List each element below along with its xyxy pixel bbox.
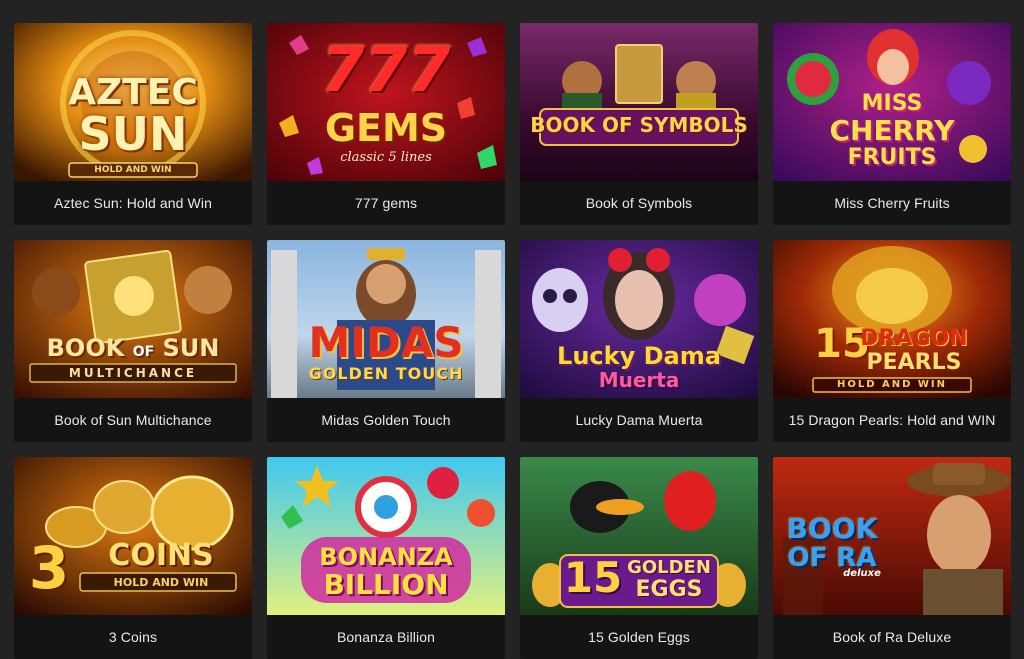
game-thumbnail-aztec-sun[interactable]: AZTEC SUN HOLD AND WIN (14, 23, 252, 181)
logo-line-1: DRAGON (860, 326, 968, 351)
logo-word-of: OF (132, 344, 155, 360)
game-title[interactable]: Lucky Dama Muerta (520, 398, 758, 442)
logo-line-1: GOLDEN (627, 557, 711, 578)
game-title[interactable]: Book of Sun Multichance (14, 398, 252, 442)
game-thumbnail-book-of-sun[interactable]: BOOK OF SUN MULTICHANCE (14, 240, 252, 398)
game-title[interactable]: Aztec Sun: Hold and Win (14, 181, 252, 225)
logo-line-2: PEARLS (866, 350, 962, 375)
game-card-lucky-dama-muerta[interactable]: Lucky Dama Muerta Lucky Dama Muerta (520, 240, 758, 442)
logo-word-sun: SUN (162, 334, 220, 362)
logo-line-2: EGGS (635, 577, 703, 602)
logo-line-1: BOOK (786, 512, 878, 545)
game-thumbnail-book-of-symbols[interactable]: BOOK OF SYMBOLS (520, 23, 758, 181)
game-thumbnail-miss-cherry-fruits[interactable]: MISS CHERRY FRUITS (773, 23, 1011, 181)
logo-line-1: Lucky Dama (557, 342, 721, 370)
game-card-aztec-sun[interactable]: AZTEC SUN HOLD AND WIN Aztec Sun: Hold a… (14, 23, 252, 225)
logo-line-1: BOOK OF SUN (14, 336, 252, 360)
game-title[interactable]: Bonanza Billion (267, 615, 505, 659)
logo-line-1: BOOK OF SYMBOLS (530, 113, 748, 137)
logo-tag: deluxe (843, 568, 881, 579)
logo-line-1: COINS (108, 538, 214, 573)
game-card-book-of-symbols[interactable]: BOOK OF SYMBOLS Book of Symbols (520, 23, 758, 225)
game-title[interactable]: 15 Golden Eggs (520, 615, 758, 659)
logo-line-1: MISS (861, 91, 923, 116)
game-card-book-of-sun-multichance[interactable]: BOOK OF SUN MULTICHANCE Book of Sun Mult… (14, 240, 252, 442)
logo-tag: HOLD AND WIN (94, 165, 172, 175)
logo-tag: classic 5 lines (340, 150, 432, 165)
game-title[interactable]: Book of Symbols (520, 181, 758, 225)
game-thumbnail-bonanza-billion[interactable]: BONANZA BILLION (267, 457, 505, 615)
game-title[interactable]: 15 Dragon Pearls: Hold and WIN (773, 398, 1011, 442)
game-card-book-of-ra-deluxe[interactable]: BOOK OF RA deluxe Book of Ra Deluxe (773, 457, 1011, 659)
game-thumbnail-midas[interactable]: MIDAS GOLDEN TOUCH (267, 240, 505, 398)
game-title[interactable]: Miss Cherry Fruits (773, 181, 1011, 225)
logo-line-2: CHERRY (829, 114, 955, 147)
game-thumbnail-15-dragon-pearls[interactable]: 15 DRAGON PEARLS HOLD AND WIN (773, 240, 1011, 398)
logo-word-book: BOOK (46, 334, 125, 362)
logo-line-1: AZTEC (68, 72, 198, 113)
game-title[interactable]: 3 Coins (14, 615, 252, 659)
game-card-777-gems[interactable]: 777 GEMS classic 5 lines 777 gems (267, 23, 505, 225)
game-card-miss-cherry-fruits[interactable]: MISS CHERRY FRUITS Miss Cherry Fruits (773, 23, 1011, 225)
game-thumbnail-15-golden-eggs[interactable]: 15 GOLDEN EGGS (520, 457, 758, 615)
logo-tag: MULTICHANCE (68, 366, 198, 380)
game-card-15-golden-eggs[interactable]: 15 GOLDEN EGGS 15 Golden Eggs (520, 457, 758, 659)
logo-tag: HOLD AND WIN (836, 379, 948, 390)
logo-line-3: FRUITS (847, 145, 937, 170)
logo-line-2: Muerta (598, 368, 680, 392)
logo-line-2: GEMS (324, 106, 448, 150)
logo-tag: HOLD AND WIN (113, 576, 209, 589)
logo-tag: GOLDEN TOUCH (308, 364, 464, 383)
logo-line-2: SUN (78, 107, 188, 161)
game-grid: AZTEC SUN HOLD AND WIN Aztec Sun: Hold a… (0, 0, 1024, 659)
logo-line-1: BONANZA (319, 543, 453, 571)
game-title[interactable]: Book of Ra Deluxe (773, 615, 1011, 659)
game-thumbnail-777-gems[interactable]: 777 GEMS classic 5 lines (267, 23, 505, 181)
game-thumbnail-lucky-dama-muerta[interactable]: Lucky Dama Muerta (520, 240, 758, 398)
game-thumbnail-3-coins[interactable]: 3 COINS HOLD AND WIN (14, 457, 252, 615)
game-card-15-dragon-pearls[interactable]: 15 DRAGON PEARLS HOLD AND WIN 15 Dragon … (773, 240, 1011, 442)
game-title[interactable]: 777 gems (267, 181, 505, 225)
logo-line-2: BILLION (323, 568, 449, 601)
game-thumbnail-book-of-ra-deluxe[interactable]: BOOK OF RA deluxe (773, 457, 1011, 615)
logo-line-1: 777 (321, 33, 451, 106)
game-card-bonanza-billion[interactable]: BONANZA BILLION Bonanza Billion (267, 457, 505, 659)
game-title[interactable]: Midas Golden Touch (267, 398, 505, 442)
game-card-3-coins[interactable]: 3 COINS HOLD AND WIN 3 Coins (14, 457, 252, 659)
logo-line-1: MIDAS (308, 318, 464, 367)
game-card-midas-golden-touch[interactable]: MIDAS GOLDEN TOUCH Midas Golden Touch (267, 240, 505, 442)
